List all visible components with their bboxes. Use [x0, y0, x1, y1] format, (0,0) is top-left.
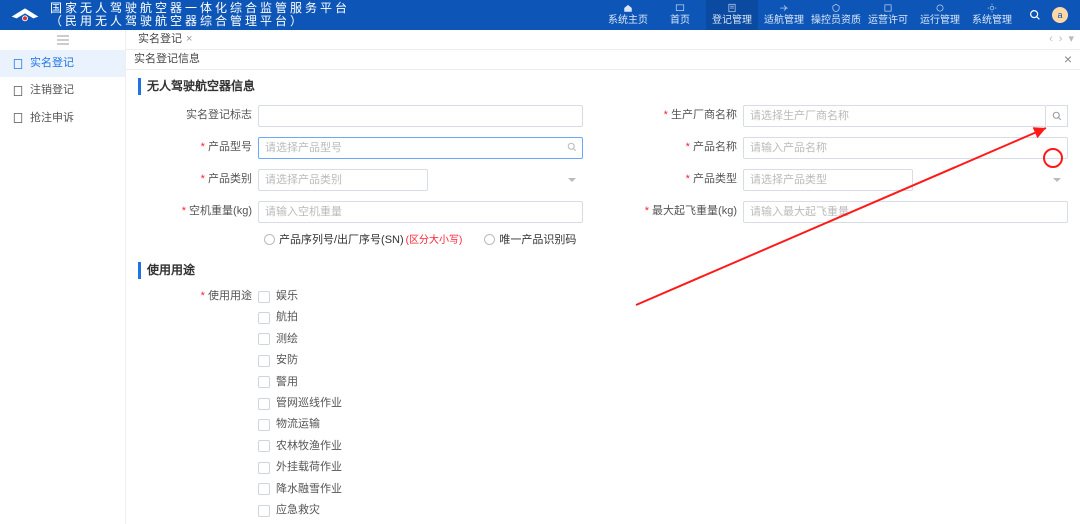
label-usage: 使用用途 — [138, 289, 258, 524]
checkbox-icon[interactable] — [258, 398, 270, 410]
label-empty-weight: 空机重量(kg) — [138, 204, 258, 219]
tab-nav-prev-icon[interactable]: ‹ — [1049, 32, 1053, 47]
checkbox-icon[interactable] — [258, 505, 270, 517]
sidebar: 实名登记 注销登记 抢注申诉 — [0, 30, 126, 524]
label-reg-mark: 实名登记标志 — [138, 108, 258, 123]
form-content: 无人驾驶航空器信息 实名登记标志 生产厂商名称 — [126, 70, 1080, 524]
panel-title: 实名登记信息 — [134, 52, 200, 67]
label-type: 产品类型 — [623, 172, 743, 187]
checkbox-icon[interactable] — [258, 462, 270, 474]
sidebar-item-label: 注销登记 — [30, 83, 74, 98]
tab-strip: 实名登记 × ‹ › ▾ — [126, 30, 1080, 50]
sidebar-item-appeal[interactable]: 抢注申诉 — [0, 105, 125, 132]
panel-close-icon[interactable]: × — [1064, 50, 1072, 70]
select-category[interactable] — [258, 169, 583, 191]
nav-pilot[interactable]: 操控员资质 — [810, 0, 862, 30]
tab-active[interactable]: 实名登记 × — [132, 32, 198, 47]
tab-menu-icon[interactable]: ▾ — [1068, 32, 1074, 47]
section-usage-title: 使用用途 — [138, 262, 1068, 279]
usage-checkbox[interactable]: 警用 — [258, 375, 342, 390]
nav-registration[interactable]: 登记管理 — [706, 0, 758, 30]
input-reg-mark[interactable] — [258, 105, 583, 127]
usage-list: 娱乐航拍测绘安防警用管网巡线作业物流运输农林牧渔作业外挂载荷作业降水融雪作业应急… — [258, 289, 342, 524]
tab-close-icon[interactable]: × — [186, 32, 192, 47]
radio-sn[interactable]: 产品序列号/出厂序号(SN)(区分大小写) — [264, 233, 462, 248]
checkbox-icon[interactable] — [258, 333, 270, 345]
nav-index[interactable]: 首页 — [654, 0, 706, 30]
input-model[interactable] — [258, 137, 583, 159]
app-title-line2: （民用无人驾驶航空器综合管理平台） — [50, 15, 350, 28]
nav-operating[interactable]: 运营许可 — [862, 0, 914, 30]
search-icon — [1051, 110, 1063, 122]
label-model: 产品型号 — [138, 140, 258, 155]
sidebar-item-realname[interactable]: 实名登记 — [0, 50, 125, 77]
checkbox-icon[interactable] — [258, 483, 270, 495]
label-category: 产品类别 — [138, 172, 258, 187]
checkbox-icon[interactable] — [258, 419, 270, 431]
app-logo — [8, 5, 42, 25]
sidebar-item-label: 抢注申诉 — [30, 111, 74, 126]
label-product-name: 产品名称 — [623, 140, 743, 155]
input-empty-weight[interactable] — [258, 201, 583, 223]
nav-system[interactable]: 系统管理 — [966, 0, 1018, 30]
usage-checkbox[interactable]: 管网巡线作业 — [258, 396, 342, 411]
usage-checkbox[interactable]: 物流运输 — [258, 417, 342, 432]
search-icon — [566, 141, 578, 153]
usage-checkbox[interactable]: 降水融雪作业 — [258, 482, 342, 497]
nav-airworthiness[interactable]: 适航管理 — [758, 0, 810, 30]
select-type[interactable] — [743, 169, 1068, 191]
header-right: a — [1028, 7, 1068, 23]
checkbox-icon[interactable] — [258, 355, 270, 367]
sidebar-item-deregister[interactable]: 注销登记 — [0, 77, 125, 104]
sidebar-toggle[interactable] — [0, 30, 125, 50]
usage-checkbox[interactable]: 安防 — [258, 353, 342, 368]
input-manufacturer[interactable] — [743, 105, 1046, 127]
label-mtow: 最大起飞重量(kg) — [623, 204, 743, 219]
input-mtow[interactable] — [743, 201, 1068, 223]
radio-uid[interactable]: 唯一产品识别码 — [484, 233, 576, 248]
tab-nav-next-icon[interactable]: › — [1059, 32, 1063, 47]
checkbox-icon[interactable] — [258, 312, 270, 324]
nav-runtime[interactable]: 运行管理 — [914, 0, 966, 30]
sidebar-item-label: 实名登记 — [30, 56, 74, 71]
usage-checkbox[interactable]: 农林牧渔作业 — [258, 439, 342, 454]
usage-checkbox[interactable]: 娱乐 — [258, 289, 342, 304]
usage-checkbox[interactable]: 外挂载荷作业 — [258, 460, 342, 475]
app-header: 国家无人驾驶航空器一体化综合监管服务平台 （民用无人驾驶航空器综合管理平台） 系… — [0, 0, 1080, 30]
search-icon[interactable] — [1028, 8, 1042, 22]
usage-checkbox[interactable]: 应急救灾 — [258, 503, 342, 518]
section-aircraft-title: 无人驾驶航空器信息 — [138, 78, 1068, 95]
checkbox-icon[interactable] — [258, 376, 270, 388]
checkbox-icon[interactable] — [258, 440, 270, 452]
checkbox-icon[interactable] — [258, 291, 270, 303]
label-manufacturer: 生产厂商名称 — [623, 108, 743, 123]
usage-checkbox[interactable]: 测绘 — [258, 332, 342, 347]
panel-titlebar: 实名登记信息 × — [126, 50, 1080, 70]
nav-home[interactable]: 系统主页 — [602, 0, 654, 30]
usage-checkbox[interactable]: 航拍 — [258, 310, 342, 325]
manufacturer-lookup-button[interactable] — [1046, 105, 1068, 127]
avatar[interactable]: a — [1052, 7, 1068, 23]
top-nav: 系统主页 首页 登记管理 适航管理 操控员资质 运营许可 运行管理 系统管理 — [602, 0, 1018, 30]
input-product-name[interactable] — [743, 137, 1068, 159]
main-area: 实名登记 × ‹ › ▾ 实名登记信息 × 无人驾驶航空器信息 实名登记标志 — [126, 30, 1080, 524]
app-title-block: 国家无人驾驶航空器一体化综合监管服务平台 （民用无人驾驶航空器综合管理平台） — [50, 2, 350, 28]
